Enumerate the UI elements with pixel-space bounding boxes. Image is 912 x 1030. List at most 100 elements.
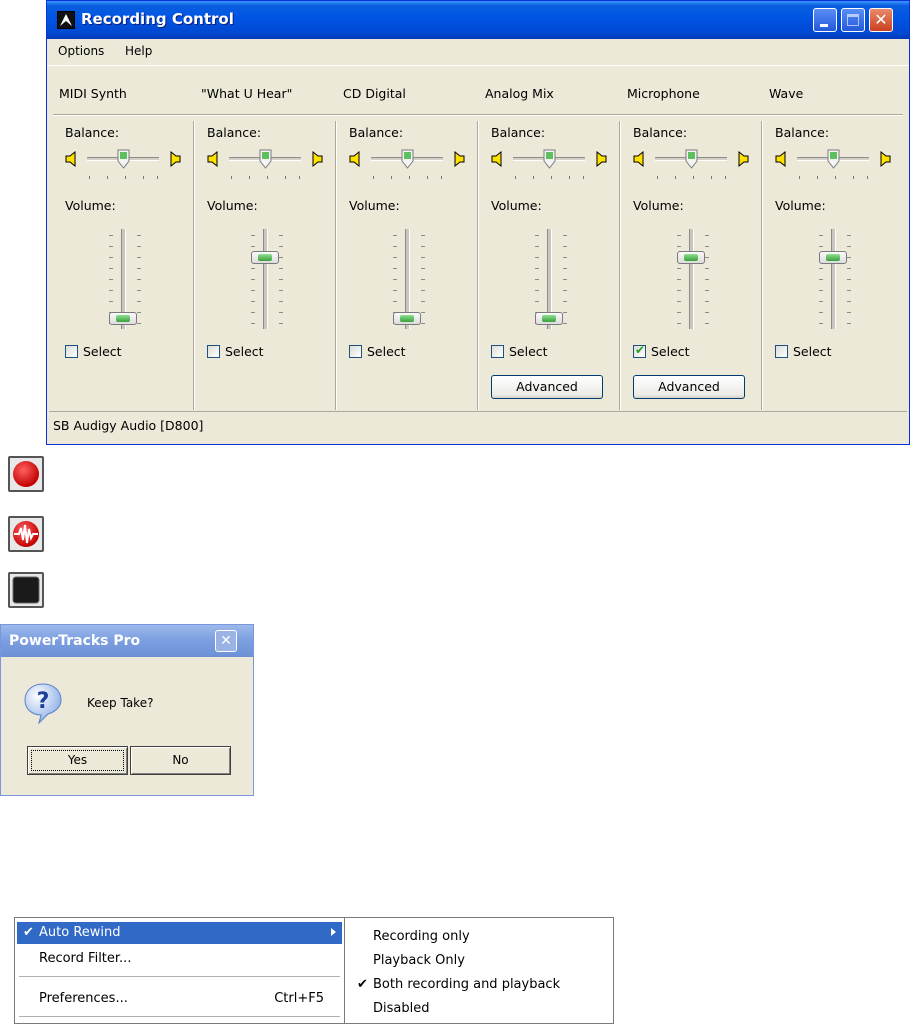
balance-tick — [711, 176, 712, 179]
volume-tick — [251, 235, 255, 236]
select-checkbox[interactable] — [349, 345, 362, 358]
volume-tick — [535, 279, 539, 280]
select-checkbox[interactable] — [207, 345, 220, 358]
submenu-item-label: Disabled — [373, 1001, 430, 1016]
volume-slider[interactable] — [535, 312, 563, 325]
divider — [53, 114, 903, 116]
volume-tick — [705, 246, 709, 247]
channel-separator — [335, 121, 337, 410]
volume-tick — [677, 246, 681, 247]
volume-tick — [421, 301, 425, 302]
volume-tick — [251, 312, 255, 313]
volume-tick — [677, 312, 681, 313]
volume-slider[interactable] — [251, 251, 279, 264]
volume-label: Volume: — [491, 198, 542, 213]
maximize-button[interactable] — [841, 8, 865, 32]
record-options-menu: ✔ Auto Rewind Record Filter... Preferences.… — [14, 917, 345, 1024]
volume-tick — [109, 257, 113, 258]
channel-name: Wave — [769, 86, 804, 101]
select-checkbox[interactable] — [65, 345, 78, 358]
balance-slider[interactable] — [259, 149, 272, 169]
status-text: SB Audigy Audio [D800] — [53, 418, 204, 433]
volume-label: Volume: — [775, 198, 826, 213]
title-bar[interactable]: Recording Control ✕ — [47, 1, 909, 39]
speaker-left-icon — [633, 150, 647, 168]
channel-strip: Balance: Volume: Select — [761, 121, 903, 410]
menu-options[interactable]: Options — [58, 44, 104, 58]
volume-tick — [705, 301, 709, 302]
volume-tick — [819, 268, 823, 269]
dialog-title-bar[interactable]: PowerTracks Pro ✕ — [1, 625, 253, 657]
select-checkbox[interactable]: ✔ — [633, 343, 646, 358]
select-checkbox[interactable] — [491, 345, 504, 358]
volume-label: Volume: — [349, 198, 400, 213]
volume-tick — [421, 246, 425, 247]
menu-item[interactable]: Preferences... Ctrl+F5 — [17, 988, 342, 1010]
volume-tick — [251, 301, 255, 302]
balance-slider[interactable] — [685, 149, 698, 169]
balance-tick — [675, 176, 676, 179]
select-checkbox[interactable] — [775, 345, 788, 358]
stop-button[interactable] — [8, 572, 44, 608]
no-button[interactable]: No — [130, 746, 231, 775]
submenu-item[interactable]: Recording only — [345, 924, 613, 948]
volume-tick — [251, 279, 255, 280]
channel-separator — [477, 121, 479, 410]
volume-tick — [137, 323, 141, 324]
balance-tick — [817, 176, 818, 179]
window-title: Recording Control — [81, 10, 234, 28]
channel-strip: Balance: Volume: ✔ Select Advanced — [619, 121, 761, 410]
balance-slider[interactable] — [543, 149, 556, 169]
record-waveform-button[interactable] — [8, 516, 44, 552]
advanced-button[interactable]: Advanced — [633, 375, 745, 399]
dialog-message: Keep Take? — [87, 696, 154, 710]
balance-tick — [373, 176, 374, 179]
volume-tick — [279, 268, 283, 269]
dialog-close-button[interactable]: ✕ — [215, 630, 237, 652]
submenu-item[interactable]: Disabled — [345, 996, 613, 1020]
record-button[interactable] — [8, 456, 44, 492]
volume-slider[interactable] — [819, 251, 847, 264]
volume-tick — [847, 246, 851, 247]
menu-help[interactable]: Help — [125, 44, 152, 58]
volume-tick — [677, 301, 681, 302]
balance-label: Balance: — [491, 125, 546, 140]
balance-tick — [285, 176, 286, 179]
volume-tick — [705, 290, 709, 291]
volume-tick — [535, 268, 539, 269]
channel-name: MIDI Synth — [59, 86, 127, 101]
menu-item[interactable]: ✔ Auto Rewind — [17, 922, 342, 944]
channel-strip: Balance: Volume: Select Advanced — [477, 121, 619, 410]
balance-tick — [725, 176, 726, 179]
volume-tick — [251, 268, 255, 269]
volume-tick — [137, 235, 141, 236]
balance-tick — [551, 176, 552, 179]
volume-tick — [421, 257, 425, 258]
balance-label: Balance: — [633, 125, 688, 140]
volume-slider[interactable] — [393, 312, 421, 325]
balance-slider[interactable] — [401, 149, 414, 169]
volume-tick — [847, 312, 851, 313]
volume-tick — [705, 279, 709, 280]
select-label: Select — [509, 344, 548, 359]
submenu-item[interactable]: Playback Only — [345, 948, 613, 972]
select-label: Select — [225, 344, 264, 359]
close-button[interactable]: ✕ — [869, 8, 893, 32]
volume-tick — [677, 323, 681, 324]
keep-take-dialog: PowerTracks Pro ✕ ? Keep Take? Yes No — [0, 624, 254, 796]
minimize-button[interactable] — [813, 8, 837, 32]
volume-slider[interactable] — [109, 312, 137, 325]
advanced-button[interactable]: Advanced — [491, 375, 603, 399]
balance-label: Balance: — [65, 125, 120, 140]
balance-slider[interactable] — [117, 149, 130, 169]
volume-tick — [421, 268, 425, 269]
balance-tick — [391, 176, 392, 179]
submenu-item[interactable]: ✔ Both recording and playback — [345, 972, 613, 996]
balance-tick — [409, 176, 410, 179]
volume-tick — [421, 279, 425, 280]
menu-item[interactable]: Record Filter... — [17, 948, 342, 970]
volume-slider[interactable] — [677, 251, 705, 264]
balance-tick — [569, 176, 570, 179]
yes-button[interactable]: Yes — [27, 746, 128, 775]
balance-slider[interactable] — [827, 149, 840, 169]
